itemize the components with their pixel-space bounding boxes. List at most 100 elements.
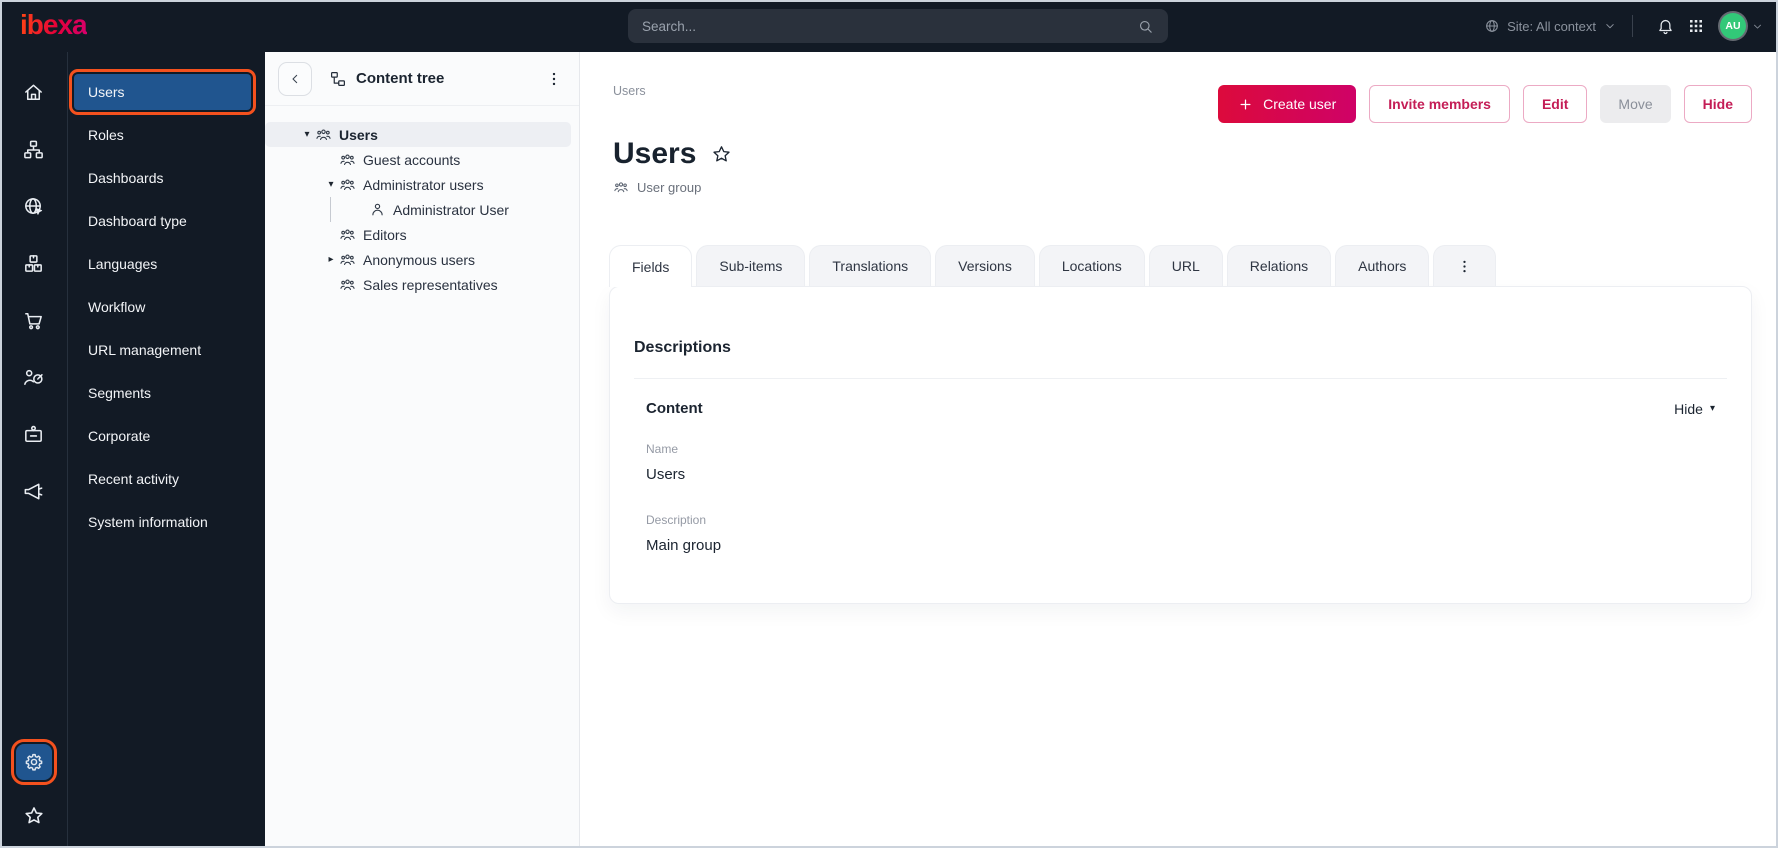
collapsed-caret-icon[interactable]: ▸	[323, 254, 339, 265]
tab-locations[interactable]: Locations	[1038, 245, 1145, 286]
tree-item-users[interactable]: ▾ Users	[265, 122, 571, 147]
search-input[interactable]	[642, 18, 1137, 34]
notifications-button[interactable]	[1652, 13, 1679, 40]
tree-item-administrator-users[interactable]: ▾ Administrator users	[265, 172, 571, 197]
ibexa-logo[interactable]: ibexa	[20, 9, 88, 41]
content-tree-list: ▾ Users Guest accounts ▾ Administrator u…	[265, 106, 579, 297]
user-group-icon	[339, 251, 356, 268]
rail-item-commerce[interactable]	[16, 302, 52, 338]
user-group-icon	[339, 276, 356, 293]
breadcrumb[interactable]: Users	[613, 84, 646, 98]
user-group-icon	[339, 176, 356, 193]
sidebar-item-corporate[interactable]: Corporate	[76, 418, 251, 454]
content-tree-title: Content tree	[329, 70, 444, 88]
kebab-icon	[545, 70, 563, 88]
field-label-description: Description	[646, 513, 707, 527]
user-group-icon	[339, 226, 356, 243]
tab-bar: Fields Sub-items Translations Versions L…	[609, 245, 1497, 287]
topbar-right-cluster: Site: All context AU	[1484, 0, 1764, 52]
content-tree-header: Content tree	[265, 52, 579, 106]
sidebar-item-recent-activity[interactable]: Recent activity	[76, 461, 251, 497]
sidebar-item-users[interactable]: Users	[69, 69, 256, 115]
rail-item-personalization[interactable]	[16, 359, 52, 395]
globe-icon	[1484, 18, 1500, 34]
hide-button[interactable]: Hide	[1683, 85, 1752, 123]
app-grid-button[interactable]	[1683, 13, 1709, 39]
tree-item-editors[interactable]: Editors	[265, 222, 571, 247]
invite-members-button[interactable]: Invite members	[1369, 85, 1510, 123]
tree-item-administrator-user[interactable]: Administrator User	[265, 197, 571, 222]
site-context-switcher[interactable]: Site: All context	[1484, 18, 1617, 34]
gear-icon	[23, 751, 45, 773]
sidebar-item-system-information[interactable]: System information	[76, 504, 251, 540]
star-outline-icon	[710, 143, 733, 166]
content-section-header: Content Hide ▾	[646, 400, 1715, 417]
tab-versions[interactable]: Versions	[935, 245, 1035, 286]
chevron-down-icon	[1751, 20, 1764, 33]
rail-bottom-group	[10, 739, 57, 840]
content-tree-icon	[329, 70, 347, 88]
move-button[interactable]: Move	[1600, 85, 1671, 123]
avatar[interactable]: AU	[1720, 13, 1746, 39]
tab-relations[interactable]: Relations	[1226, 245, 1332, 286]
create-user-button[interactable]: Create user	[1218, 85, 1357, 123]
boxes-icon	[22, 252, 45, 275]
field-value-description: Main group	[646, 537, 722, 554]
rail-item-marketing[interactable]	[16, 473, 52, 509]
kebab-icon	[1456, 258, 1473, 275]
top-bar: ibexa Site: All context AU	[0, 0, 1778, 52]
user-group-icon	[315, 126, 332, 143]
tree-item-guest-accounts[interactable]: Guest accounts	[265, 147, 571, 172]
rail-item-product-catalog[interactable]	[16, 245, 52, 281]
page-title-row: Users	[613, 137, 733, 171]
search-icon[interactable]	[1137, 18, 1154, 35]
sidebar-item-languages[interactable]: Languages	[76, 246, 251, 282]
expand-caret-icon[interactable]: ▾	[299, 129, 315, 140]
expand-caret-icon[interactable]: ▾	[323, 179, 339, 190]
tab-fields[interactable]: Fields	[609, 245, 693, 287]
sidebar-item-segments[interactable]: Segments	[76, 375, 251, 411]
collapse-section-toggle[interactable]: Hide ▾	[1674, 401, 1715, 417]
nav-rail	[0, 52, 68, 848]
rail-item-home[interactable]	[16, 74, 52, 110]
sidebar-item-roles[interactable]: Roles	[76, 117, 251, 153]
tree-item-label: Administrator users	[363, 176, 484, 193]
global-search[interactable]	[628, 9, 1168, 43]
bookmark-star-button[interactable]	[710, 143, 733, 166]
tab-authors[interactable]: Authors	[1335, 245, 1430, 286]
fields-panel: Descriptions Content Hide ▾ Name Users D…	[609, 286, 1752, 604]
bookmarks-button[interactable]	[16, 798, 52, 834]
tree-item-anonymous-users[interactable]: ▸ Anonymous users	[265, 247, 571, 272]
rail-item-corporate[interactable]	[16, 416, 52, 452]
megaphone-icon	[22, 480, 45, 503]
rail-item-site[interactable]	[16, 188, 52, 224]
tab-sub-items[interactable]: Sub-items	[696, 245, 806, 286]
user-menu[interactable]: AU	[1720, 13, 1764, 39]
tree-item-label: Editors	[363, 226, 407, 243]
admin-settings-button[interactable]	[10, 739, 57, 785]
rail-item-content-structure[interactable]	[16, 131, 52, 167]
bell-icon	[1656, 17, 1675, 36]
user-group-icon	[613, 179, 629, 195]
collapse-label: Hide	[1674, 400, 1703, 417]
tree-item-sales-representatives[interactable]: Sales representatives	[265, 272, 571, 297]
chevron-down-icon	[1603, 19, 1617, 33]
sidebar-item-dashboard-type[interactable]: Dashboard type	[76, 203, 251, 239]
field-value-name: Users	[646, 466, 686, 483]
content-section-title: Content	[646, 400, 703, 417]
sidebar-item-workflow[interactable]: Workflow	[76, 289, 251, 325]
edit-button[interactable]: Edit	[1522, 85, 1588, 123]
cart-icon	[22, 309, 45, 332]
home-icon	[22, 81, 45, 104]
user-icon	[369, 201, 386, 218]
topbar-divider	[1632, 15, 1633, 37]
tab-url[interactable]: URL	[1148, 245, 1223, 286]
sidebar-item-dashboards[interactable]: Dashboards	[76, 160, 251, 196]
collapse-tree-button[interactable]	[278, 61, 312, 96]
tab-more[interactable]	[1433, 245, 1497, 286]
content-type-row: User group	[613, 179, 701, 195]
sidebar-item-url-management[interactable]: URL management	[76, 332, 251, 368]
tab-translations[interactable]: Translations	[809, 245, 932, 286]
site-context-label: Site: All context	[1507, 18, 1596, 34]
tree-options-button[interactable]	[545, 70, 563, 88]
